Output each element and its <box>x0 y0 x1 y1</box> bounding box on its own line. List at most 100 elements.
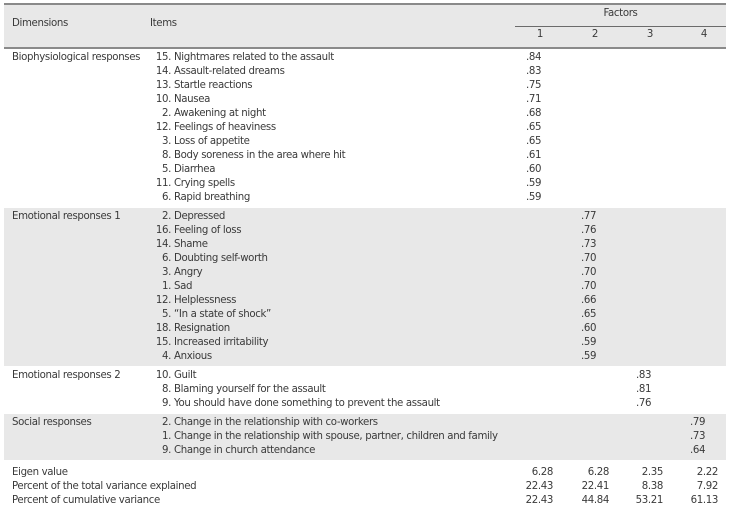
factor-loading: .65 <box>526 122 542 133</box>
item-text: Loss of appetite <box>174 136 250 147</box>
item-number: 15. <box>155 337 172 348</box>
table-row: 3. Loss of appetite .65 <box>4 135 726 149</box>
factor-loading: .65 <box>526 136 542 147</box>
item-text: Assault-related dreams <box>174 66 285 77</box>
stat-value: 7.92 <box>696 481 719 492</box>
item-text: Diarrhea <box>174 164 216 175</box>
factor-loading: .70 <box>581 267 597 278</box>
item-label: 1. Sad <box>150 280 193 294</box>
table-row: Emotional responses 2 10. Guilt .83 <box>4 369 726 383</box>
table-row: 1. Change in the relationship with spouse… <box>4 430 726 444</box>
item-number: 2. <box>161 417 171 428</box>
factor-loading: .66 <box>581 295 597 306</box>
item-text: Sad <box>174 281 193 292</box>
stat-value: 6.28 <box>587 467 610 478</box>
item-label: 10. Nausea <box>150 93 211 107</box>
table-row: 5. “In a state of shock” .65 <box>4 308 726 322</box>
factor-loading: .59 <box>526 192 542 203</box>
factor-loading: .60 <box>526 164 542 175</box>
item-label: 15. Increased irritability <box>150 336 269 350</box>
factor-loading: .70 <box>581 281 597 292</box>
item-number: 5. <box>161 309 171 320</box>
factor-loading: .73 <box>690 431 706 442</box>
item-text: Angry <box>174 267 203 278</box>
factor-loading: .59 <box>526 178 542 189</box>
item-text: Guilt <box>174 370 197 381</box>
item-label: 8. Blaming yourself for the assault <box>150 383 326 397</box>
table-row: 5. Diarrhea .60 <box>4 163 726 177</box>
stats-row: Percent of the total variance explained 2… <box>4 480 726 494</box>
header-factor-2: 2 <box>591 29 599 40</box>
item-label: 2. Depressed <box>150 210 225 224</box>
table-row: 12. Feelings of heaviness .65 <box>4 121 726 135</box>
item-number: 18. <box>155 323 172 334</box>
factor-loading: .76 <box>581 225 597 236</box>
item-number: 11. <box>155 178 172 189</box>
stat-value: 6.28 <box>531 467 554 478</box>
stat-label: Percent of the total variance explained <box>12 481 197 492</box>
table-row: 12. Helplessness .66 <box>4 294 726 308</box>
header-factors-rule <box>515 26 726 27</box>
item-number: 2. <box>161 108 171 119</box>
item-label: 14. Assault-related dreams <box>150 65 285 79</box>
stat-label: Eigen value <box>12 467 68 478</box>
dimension-label: Emotional responses 2 <box>12 370 121 381</box>
factor-loading: .59 <box>581 351 597 362</box>
dimension-label: Social responses <box>12 417 92 428</box>
table-row: 10. Nausea .71 <box>4 93 726 107</box>
factor-loading: .71 <box>526 94 542 105</box>
item-text: Awakening at night <box>174 108 266 119</box>
item-label: 9. You should have done something to prev… <box>150 397 440 411</box>
stat-value: 22.43 <box>525 495 554 506</box>
item-number: 10. <box>155 370 172 381</box>
factor-loading: .64 <box>690 445 706 456</box>
item-label: 4. Anxious <box>150 350 212 364</box>
item-label: 14. Shame <box>150 238 208 252</box>
factor-loading: .81 <box>636 384 652 395</box>
item-number: 3. <box>161 267 171 278</box>
item-text: You should have done something to preven… <box>174 398 440 409</box>
item-number: 3. <box>161 136 171 147</box>
item-label: 13. Startle reactions <box>150 79 253 93</box>
factor-loading: .60 <box>581 323 597 334</box>
dimension-group: Emotional responses 1 2. Depressed .77 16. Fe… <box>4 207 726 366</box>
table-row: Emotional responses 1 2. Depressed .77 <box>4 210 726 224</box>
table-row: Biophysiological responses 15. Nightmares … <box>4 51 726 65</box>
factor-loading: .68 <box>526 108 542 119</box>
stat-value: 22.43 <box>525 481 554 492</box>
item-text: Feeling of loss <box>174 225 242 236</box>
item-number: 13. <box>155 80 172 91</box>
item-text: Rapid breathing <box>174 192 250 203</box>
item-text: Change in church attendance <box>174 445 316 456</box>
stat-value: 22.41 <box>581 481 610 492</box>
stat-value: 53.21 <box>635 495 664 506</box>
item-label: 16. Feeling of loss <box>150 224 242 238</box>
item-label: 6. Rapid breathing <box>150 191 250 205</box>
table-body: Biophysiological responses 15. Nightmares … <box>4 49 726 460</box>
item-text: Change in the relationship with spouse, … <box>174 431 498 442</box>
item-text: Resignation <box>174 323 230 334</box>
factor-loading: .77 <box>581 211 597 222</box>
table-row: 1. Sad .70 <box>4 280 726 294</box>
item-text: Crying spells <box>174 178 235 189</box>
table-row: 6. Rapid breathing .59 <box>4 191 726 205</box>
factor-loading: .75 <box>526 80 542 91</box>
item-text: Helplessness <box>174 295 237 306</box>
table-row: 2. Awakening at night .68 <box>4 107 726 121</box>
item-label: 15. Nightmares related to the assault <box>150 51 334 65</box>
item-number: 12. <box>155 122 172 133</box>
table-row: 4. Anxious .59 <box>4 350 726 364</box>
item-label: 18. Resignation <box>150 322 230 336</box>
item-label: 6. Doubting self-worth <box>150 252 268 266</box>
item-label: 10. Guilt <box>150 369 197 383</box>
table-row: 9. Change in church attendance .64 <box>4 444 726 458</box>
stat-value: 2.35 <box>641 467 664 478</box>
factor-analysis-table: Dimensions Items Factors 1 2 3 4 Biophys… <box>4 3 726 508</box>
header-factor-1: 1 <box>536 29 544 40</box>
header-dimensions: Dimensions <box>12 18 68 29</box>
item-text: “In a state of shock” <box>174 309 271 320</box>
dimension-label: Emotional responses 1 <box>12 211 121 222</box>
factor-loading: .61 <box>526 150 542 161</box>
header-items: Items <box>150 18 177 29</box>
item-text: Startle reactions <box>174 80 253 91</box>
